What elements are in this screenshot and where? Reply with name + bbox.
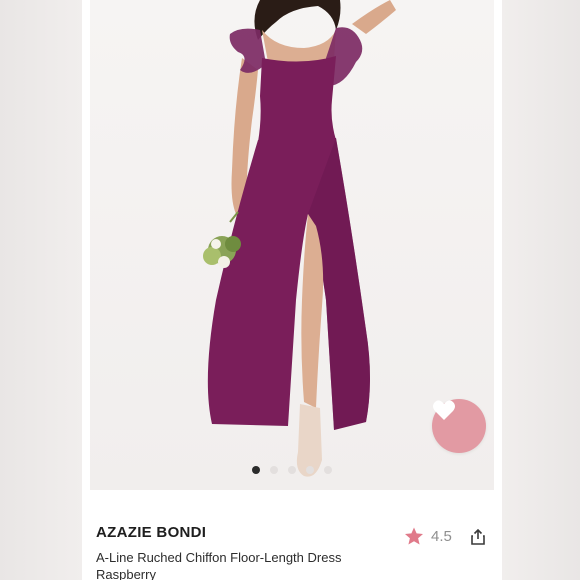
carousel-dot[interactable] (306, 466, 314, 474)
product-card: AZAZIE BONDI A-Line Ruched Chiffon Floor… (82, 0, 502, 580)
carousel-dot[interactable] (252, 466, 260, 474)
product-photo[interactable] (90, 0, 494, 490)
heart-icon (433, 400, 455, 420)
brand-name[interactable]: AZAZIE BONDI (96, 524, 206, 541)
carousel-dot[interactable] (270, 466, 278, 474)
product-title: A-Line Ruched Chiffon Floor-Length Dress (96, 550, 342, 565)
share-button[interactable] (470, 528, 486, 546)
share-icon (471, 528, 485, 545)
star-icon (405, 527, 423, 545)
background-blur-left (0, 0, 82, 580)
product-color: Raspberry (96, 567, 156, 580)
background-blur-right (502, 0, 580, 580)
rating-value: 4.5 (431, 528, 452, 545)
carousel-dot[interactable] (288, 466, 296, 474)
favorite-button[interactable] (432, 399, 486, 453)
carousel-indicator (90, 466, 494, 476)
rating[interactable]: 4.5 (404, 527, 452, 546)
carousel-dot[interactable] (324, 466, 332, 474)
